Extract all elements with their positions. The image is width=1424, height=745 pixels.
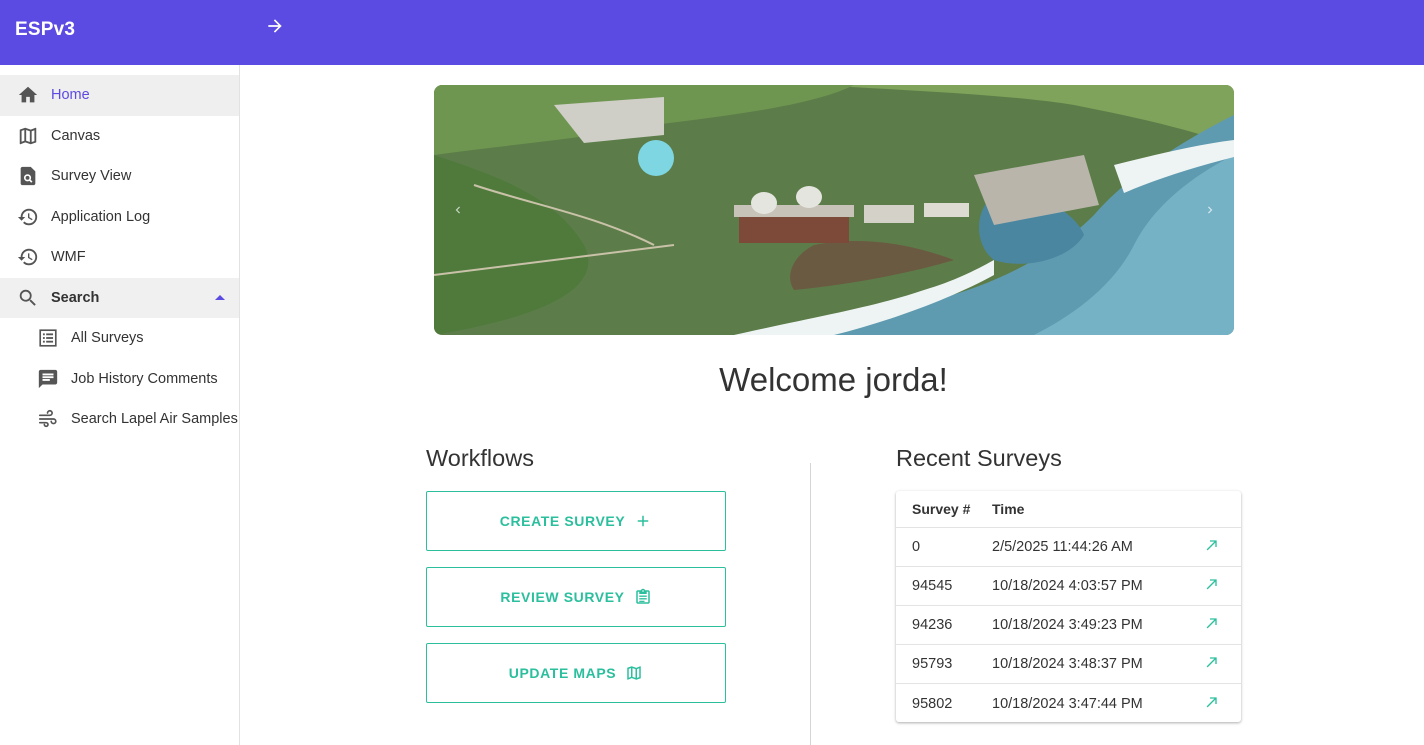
table-row: 95802 10/18/2024 3:47:44 PM (896, 684, 1241, 723)
clipboard-icon (634, 588, 652, 606)
plus-icon (634, 512, 652, 530)
survey-time: 2/5/2025 11:44:26 AM (992, 539, 1133, 555)
survey-time: 10/18/2024 3:49:23 PM (992, 617, 1143, 633)
sidebar: Home Canvas Survey View Application Log … (0, 65, 240, 745)
app-title: ESPv3 (15, 19, 76, 40)
chevron-right-icon (1203, 202, 1217, 218)
arrow-up-right-icon (1204, 537, 1220, 557)
sidebar-item-label: Search (51, 289, 100, 306)
survey-number: 95793 (912, 656, 953, 672)
sidebar-item-application-log[interactable]: Application Log (0, 197, 239, 238)
survey-number: 0 (912, 539, 921, 555)
recent-surveys-title: Recent Surveys (896, 445, 1062, 471)
search-icon (17, 287, 39, 309)
arrow-up-right-icon (1204, 694, 1220, 714)
review-survey-button[interactable]: REVIEW SURVEY (426, 567, 726, 627)
top-app-bar: ESPv3 (0, 0, 1424, 65)
sidebar-item-label: Survey View (51, 168, 132, 185)
carousel-next-button[interactable] (1200, 197, 1220, 223)
survey-time: 10/18/2024 3:48:37 PM (992, 656, 1143, 672)
welcome-heading: Welcome jorda! (719, 361, 948, 398)
history-icon (17, 206, 39, 228)
open-survey-button[interactable] (1192, 576, 1241, 596)
comment-icon (37, 368, 59, 390)
hero-carousel (434, 85, 1234, 335)
arrow-up-right-icon (1204, 615, 1220, 635)
sidebar-item-survey-view[interactable]: Survey View (0, 156, 239, 197)
open-survey-button[interactable] (1192, 537, 1241, 557)
main-content: Welcome jorda! Workflows CREATE SURVEY R… (241, 65, 1424, 745)
sidebar-item-label: Canvas (51, 127, 101, 144)
column-header-time: Time (992, 501, 1025, 517)
chevron-left-icon (451, 202, 465, 218)
button-label: REVIEW SURVEY (500, 589, 625, 605)
section-divider (810, 463, 811, 745)
sidebar-item-wmf[interactable]: WMF (0, 237, 239, 278)
survey-time: 10/18/2024 3:47:44 PM (992, 695, 1143, 712)
arrow-right-icon (265, 16, 285, 41)
sidebar-item-search[interactable]: Search (0, 277, 239, 318)
update-maps-button[interactable]: UPDATE MAPS (426, 643, 726, 703)
sidebar-item-label: Search Lapel Air Samples (71, 411, 238, 428)
workflows-title: Workflows (426, 445, 534, 471)
recent-surveys-table: Survey # Time 0 2/5/2025 11:44:26 AM 945… (896, 491, 1241, 722)
sidebar-item-label: Application Log (51, 208, 151, 225)
table-row: 95793 10/18/2024 3:48:37 PM (896, 645, 1241, 684)
open-survey-button[interactable] (1192, 654, 1241, 674)
table-row: 0 2/5/2025 11:44:26 AM (896, 528, 1241, 567)
open-survey-button[interactable] (1192, 615, 1241, 635)
button-label: CREATE SURVEY (499, 513, 626, 529)
survey-number: 95802 (912, 695, 953, 712)
table-row: 94545 10/18/2024 4:03:57 PM (896, 567, 1241, 606)
table-row: 94236 10/18/2024 3:49:23 PM (896, 606, 1241, 645)
arrow-up-right-icon (1204, 654, 1220, 674)
survey-number: 94545 (912, 578, 953, 594)
history-icon (17, 246, 39, 268)
button-label: UPDATE MAPS (508, 665, 617, 681)
carousel-prev-button[interactable] (448, 197, 468, 223)
sidebar-item-label: WMF (51, 249, 86, 266)
map-icon (17, 125, 39, 147)
survey-number: 94236 (912, 617, 953, 633)
expand-sidebar-button[interactable] (262, 15, 288, 41)
survey-time: 10/18/2024 4:03:57 PM (992, 578, 1143, 594)
list-icon (37, 327, 59, 349)
open-survey-button[interactable] (1192, 694, 1241, 714)
sidebar-subitem-search-lapel-air-samples[interactable]: Search Lapel Air Samples (0, 399, 239, 440)
sidebar-item-label: Home (51, 87, 90, 104)
create-survey-button[interactable]: CREATE SURVEY (426, 491, 726, 551)
aerial-coastal-plant-image (434, 85, 1234, 335)
sidebar-item-label: All Surveys (71, 330, 144, 347)
sidebar-subitem-job-history-comments[interactable]: Job History Comments (0, 359, 239, 400)
document-search-icon (17, 165, 39, 187)
sidebar-subitem-all-surveys[interactable]: All Surveys (0, 318, 239, 359)
sidebar-item-label: Job History Comments (71, 370, 218, 387)
table-header: Survey # Time (896, 491, 1241, 528)
caret-up-icon (215, 294, 225, 300)
map-icon (625, 664, 643, 682)
sidebar-item-home[interactable]: Home (0, 75, 239, 116)
sidebar-item-canvas[interactable]: Canvas (0, 116, 239, 157)
arrow-up-right-icon (1204, 576, 1220, 596)
column-header-survey: Survey # (912, 501, 971, 517)
home-icon (17, 84, 39, 106)
air-icon (37, 408, 59, 430)
